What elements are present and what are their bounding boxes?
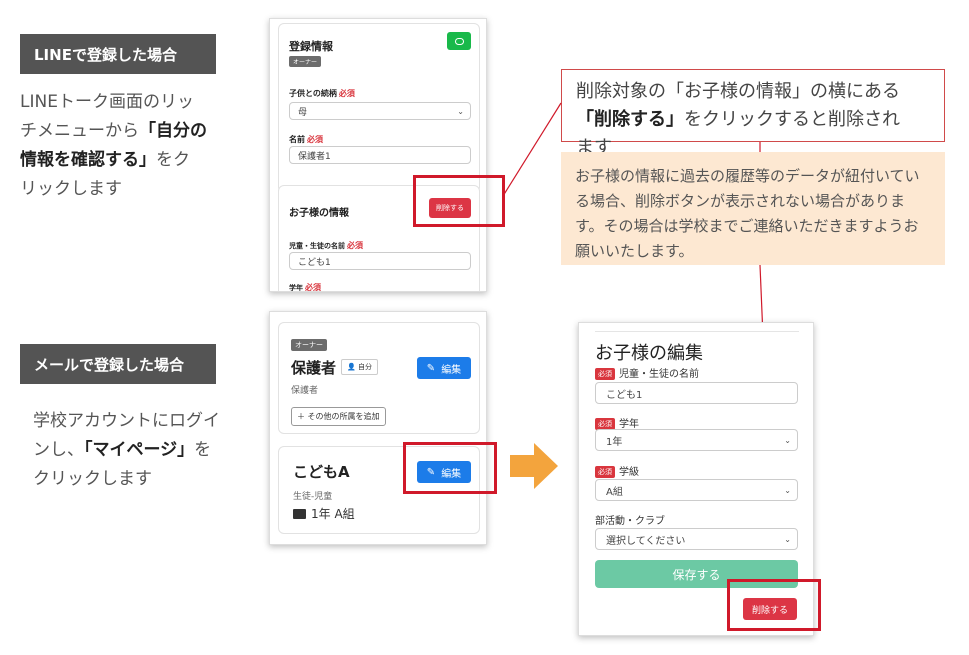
- mail-section-label: メールで登録した場合: [20, 344, 216, 384]
- owner-badge: オーナー: [291, 339, 327, 351]
- self-tag: 👤 自分: [341, 359, 378, 375]
- club-label: 部活動・クラブ: [595, 516, 665, 527]
- mail-section-description: 学校アカウントにログイ ンし、「マイページ」を クリックします: [33, 411, 220, 489]
- edit-form-title: お子様の編集: [595, 343, 703, 364]
- edit-guardian-button[interactable]: ✎ 編集: [417, 357, 471, 379]
- grade-label: 学年 必須: [289, 283, 321, 292]
- line-section-label: LINEで登録した場合: [20, 34, 216, 74]
- registration-info-card: 登録情報 オーナー 子供との続柄 必須 母 ⌄ 名前 必須 保護者1: [278, 23, 480, 193]
- id-card-icon: [293, 508, 306, 519]
- line-section-description: LINEトーク画面のリッ チメニューから「自分の 情報を確認する」をク リックし…: [20, 92, 207, 199]
- edit-icon: ✎: [426, 362, 436, 374]
- child-name-input[interactable]: こども1: [595, 382, 798, 404]
- chevron-down-icon: ⌄: [784, 534, 791, 544]
- delete-note-callout: お子様の情報に過去の履歴等のデータが紐付いている場合、削除ボタンが表示されない場…: [561, 152, 945, 265]
- grade-label: 必須 学年: [595, 415, 639, 430]
- line-chat-icon[interactable]: [447, 32, 471, 50]
- delete-instruction-callout: 削除対象の「お子様の情報」の横にある 「削除する」をクリックすると削除され ます: [561, 69, 945, 158]
- name-label: 名前 必須: [289, 135, 323, 144]
- line-registration-screen: 登録情報 オーナー 子供との続柄 必須 母 ⌄ 名前 必須 保護者1 お子様の情報 削…: [269, 18, 487, 292]
- owner-badge: オーナー: [289, 56, 322, 67]
- guardian-name: 保護者: [291, 359, 337, 377]
- guardian-card: オーナー 保護者 👤 自分 保護者 ✎ 編集 ＋ その他の所属を追加: [278, 322, 480, 434]
- next-step-arrow: [510, 443, 558, 489]
- grade-select[interactable]: 1年 ⌄: [595, 429, 798, 451]
- relation-select[interactable]: 母 ⌄: [289, 102, 471, 120]
- person-icon: 👤: [347, 363, 358, 371]
- class-label: 必須 学級: [595, 463, 639, 478]
- child-name: こどもA: [293, 463, 350, 481]
- delete-button-highlight: [727, 579, 821, 631]
- registration-info-title: 登録情報: [289, 40, 333, 53]
- add-affiliation-button[interactable]: ＋ その他の所属を追加: [291, 407, 386, 426]
- relation-label: 子供との続柄 必須: [289, 89, 355, 98]
- name-input[interactable]: 保護者1: [289, 146, 471, 164]
- edit-button-highlight: [403, 442, 497, 494]
- child-info-title: お子様の情報: [289, 208, 349, 219]
- guardian-role: 保護者: [291, 386, 319, 396]
- plus-icon: ＋: [297, 412, 308, 421]
- child-name-input[interactable]: こども1: [289, 252, 471, 270]
- chevron-down-icon: ⌄: [784, 435, 791, 445]
- club-select[interactable]: 選択してください ⌄: [595, 528, 798, 550]
- child-class: 1年 A組: [293, 505, 355, 522]
- class-select[interactable]: A組 ⌄: [595, 479, 798, 501]
- mail-mypage-screen: オーナー 保護者 👤 自分 保護者 ✎ 編集 ＋ その他の所属を追加 こどもA ✎…: [269, 311, 487, 545]
- chevron-down-icon: ⌄: [457, 106, 464, 116]
- form-top-divider: [595, 331, 799, 332]
- delete-button-highlight: [413, 175, 505, 227]
- child-role: 生徒-児童: [293, 492, 333, 502]
- child-name-label: 児童・生徒の名前 必須: [289, 241, 363, 250]
- chevron-down-icon: ⌄: [784, 485, 791, 495]
- child-name-label: 必須 児童・生徒の名前: [595, 365, 699, 380]
